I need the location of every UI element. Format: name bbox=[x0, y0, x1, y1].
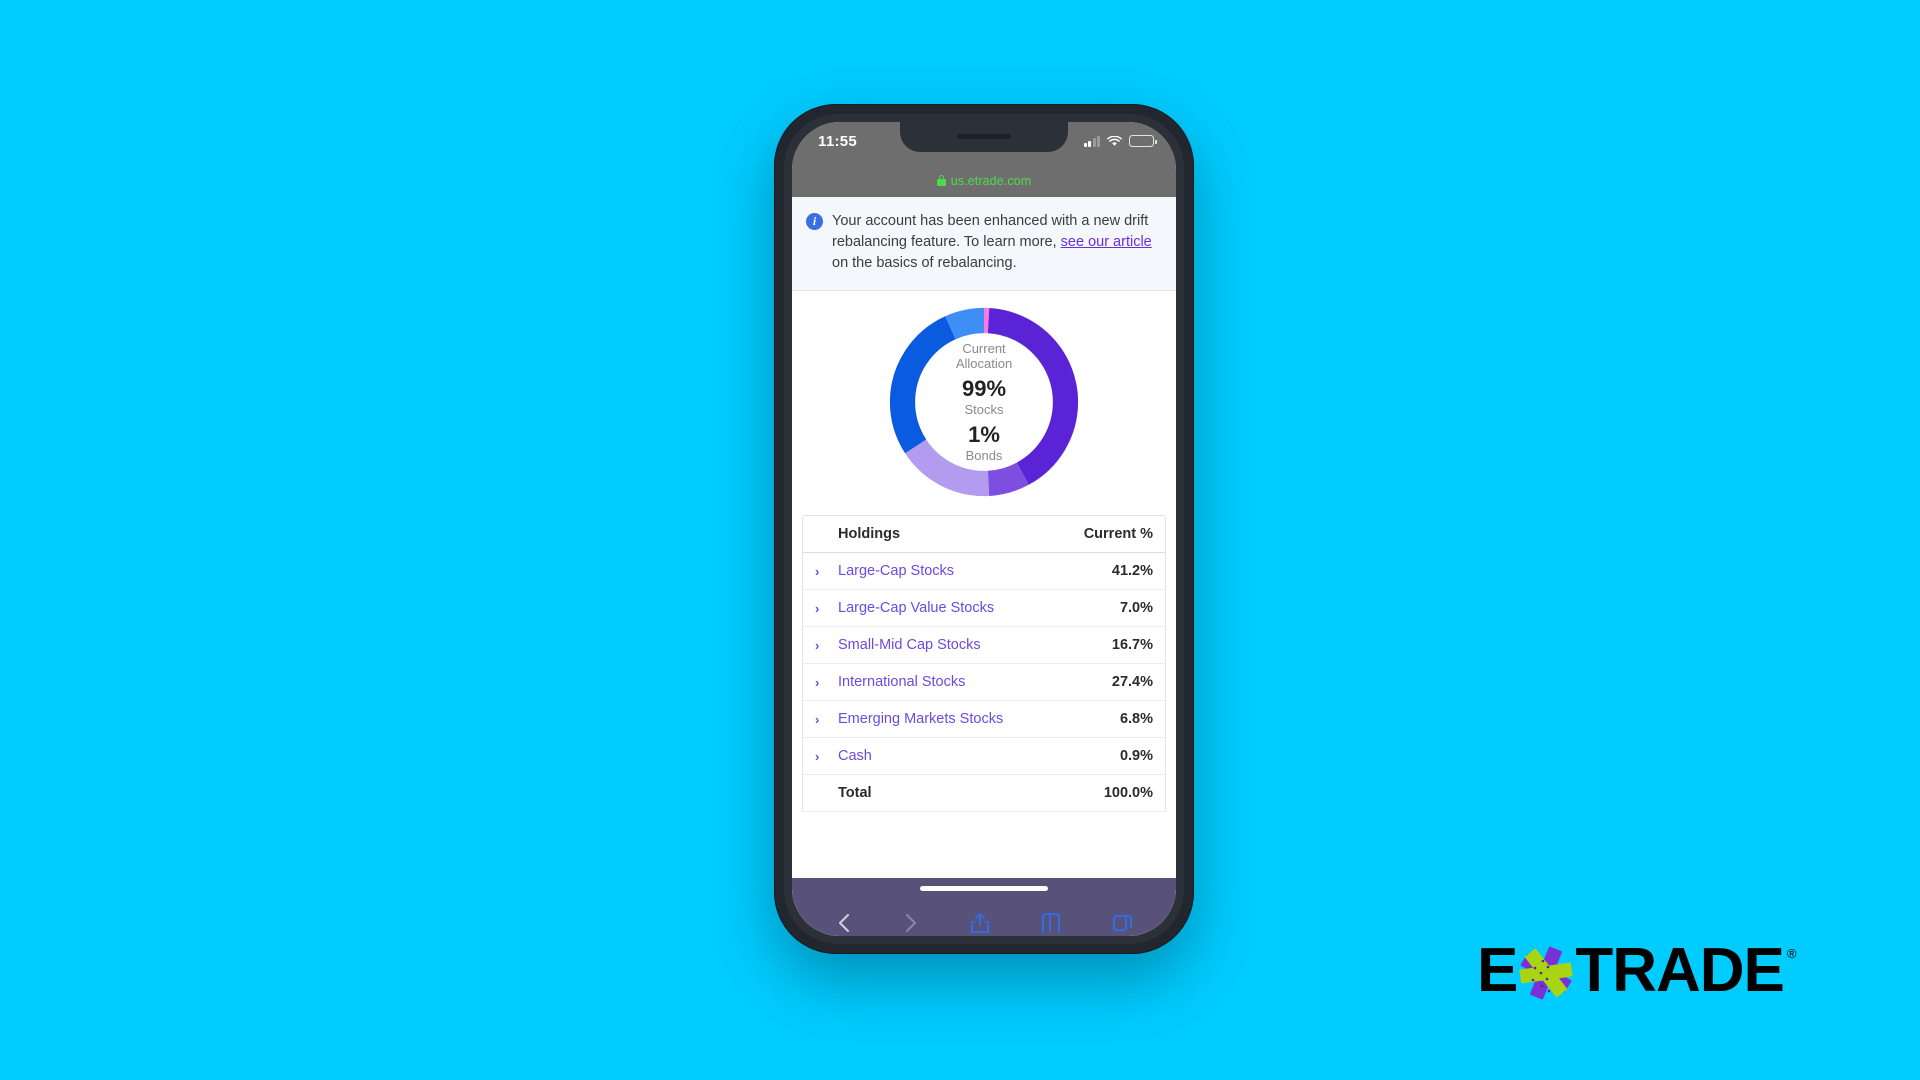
rebalancing-notice-banner: i Your account has been enhanced with a … bbox=[792, 197, 1176, 292]
holding-name[interactable]: International Stocks bbox=[829, 674, 1112, 690]
holdings-table-header: Holdings Current % bbox=[803, 516, 1165, 554]
column-header-current-pct: Current % bbox=[1083, 526, 1153, 543]
home-indicator bbox=[920, 886, 1048, 891]
browser-url-bar[interactable]: us.etrade.com bbox=[792, 164, 1176, 197]
chevron-right-icon[interactable]: › bbox=[815, 564, 829, 579]
holding-current-pct: 16.7% bbox=[1111, 637, 1153, 654]
forward-arrow-icon[interactable] bbox=[903, 912, 919, 934]
column-header-holdings: Holdings bbox=[838, 526, 901, 543]
donut-title-line1: Current bbox=[962, 340, 1006, 356]
share-icon[interactable] bbox=[970, 912, 990, 934]
safari-bottom-toolbar bbox=[792, 878, 1176, 936]
holding-current-pct: 27.4% bbox=[1111, 674, 1153, 691]
phone-mockup: 11:55 us.etrade.com i Your account has b… bbox=[774, 104, 1194, 954]
registered-trademark-symbol: ® bbox=[1786, 946, 1797, 961]
holding-name[interactable]: Small-Mid Cap Stocks bbox=[829, 637, 1112, 653]
table-row[interactable]: › Emerging Markets Stocks 6.8% bbox=[803, 701, 1165, 739]
asterisk-icon bbox=[1515, 940, 1577, 1002]
total-label: Total bbox=[838, 785, 872, 802]
see-our-article-link[interactable]: see our article bbox=[1061, 234, 1152, 250]
table-row[interactable]: › Large-Cap Stocks 41.2% bbox=[803, 553, 1165, 591]
notice-text-after: on the basics of rebalancing. bbox=[832, 255, 1017, 272]
stocks-percent-value: 99% bbox=[961, 375, 1007, 401]
lock-icon bbox=[936, 175, 946, 186]
bonds-percent-value: 1% bbox=[968, 421, 1000, 447]
table-row[interactable]: › Large-Cap Value Stocks 7.0% bbox=[803, 590, 1165, 628]
allocation-donut-chart[interactable]: Current Allocation 99% Stocks 1% Bonds bbox=[887, 305, 1081, 499]
phone-screen: 11:55 us.etrade.com i Your account has b… bbox=[792, 122, 1176, 936]
chevron-right-icon[interactable]: › bbox=[815, 638, 829, 653]
holdings-table: Holdings Current % › Large-Cap Stocks 41.2… bbox=[802, 515, 1166, 813]
holding-current-pct: 41.2% bbox=[1111, 563, 1153, 580]
donut-center-labels: Current Allocation 99% Stocks 1% Bonds bbox=[887, 305, 1081, 499]
holding-current-pct: 6.8% bbox=[1119, 711, 1153, 728]
bookmarks-icon[interactable] bbox=[1041, 912, 1061, 934]
etrade-logo: E TRADE ® bbox=[1477, 940, 1797, 1002]
holding-name[interactable]: Large-Cap Stocks bbox=[829, 563, 1112, 579]
holding-current-pct: 7.0% bbox=[1119, 600, 1153, 617]
chevron-right-icon[interactable]: › bbox=[815, 712, 829, 727]
chevron-right-icon[interactable]: › bbox=[815, 675, 829, 690]
table-row[interactable]: › Cash 0.9% bbox=[803, 738, 1165, 776]
holding-current-pct: 0.9% bbox=[1119, 748, 1153, 765]
chevron-right-icon[interactable]: › bbox=[815, 601, 829, 616]
cellular-signal-icon bbox=[1083, 135, 1100, 147]
allocation-chart-section: Current Allocation 99% Stocks 1% Bonds bbox=[792, 291, 1176, 516]
status-bar: 11:55 bbox=[792, 122, 1176, 164]
stocks-percent-label: Stocks bbox=[964, 401, 1004, 417]
total-value: 100.0% bbox=[1103, 785, 1153, 802]
info-icon: i bbox=[806, 213, 823, 230]
donut-title-line2: Allocation bbox=[955, 356, 1013, 372]
notch bbox=[900, 122, 1068, 152]
logo-letter-e: E bbox=[1477, 936, 1518, 1005]
url-text: us.etrade.com bbox=[950, 173, 1032, 188]
web-page-content: i Your account has been enhanced with a … bbox=[792, 197, 1176, 936]
holding-name[interactable]: Emerging Markets Stocks bbox=[829, 711, 1120, 727]
table-row[interactable]: › International Stocks 27.4% bbox=[803, 664, 1165, 702]
status-indicators bbox=[1083, 133, 1157, 147]
holdings-table-body: › Large-Cap Stocks 41.2% › Large-Cap Value S… bbox=[803, 553, 1165, 776]
holdings-total-row: Total 100.0% bbox=[803, 775, 1165, 813]
holding-name[interactable]: Cash bbox=[829, 748, 1120, 764]
earpiece-speaker bbox=[957, 134, 1011, 139]
tabs-icon[interactable] bbox=[1112, 912, 1133, 934]
battery-icon bbox=[1129, 135, 1157, 147]
status-time: 11:55 bbox=[818, 133, 858, 150]
logo-word-trade: TRADE bbox=[1575, 936, 1785, 1005]
wifi-icon bbox=[1107, 135, 1122, 146]
bonds-percent-label: Bonds bbox=[965, 447, 1003, 463]
holding-name[interactable]: Large-Cap Value Stocks bbox=[829, 600, 1120, 616]
notice-text: Your account has been enhanced with a ne… bbox=[832, 211, 1160, 274]
table-row[interactable]: › Small-Mid Cap Stocks 16.7% bbox=[803, 627, 1165, 665]
back-arrow-icon[interactable] bbox=[836, 912, 852, 934]
chevron-right-icon[interactable]: › bbox=[815, 749, 829, 764]
